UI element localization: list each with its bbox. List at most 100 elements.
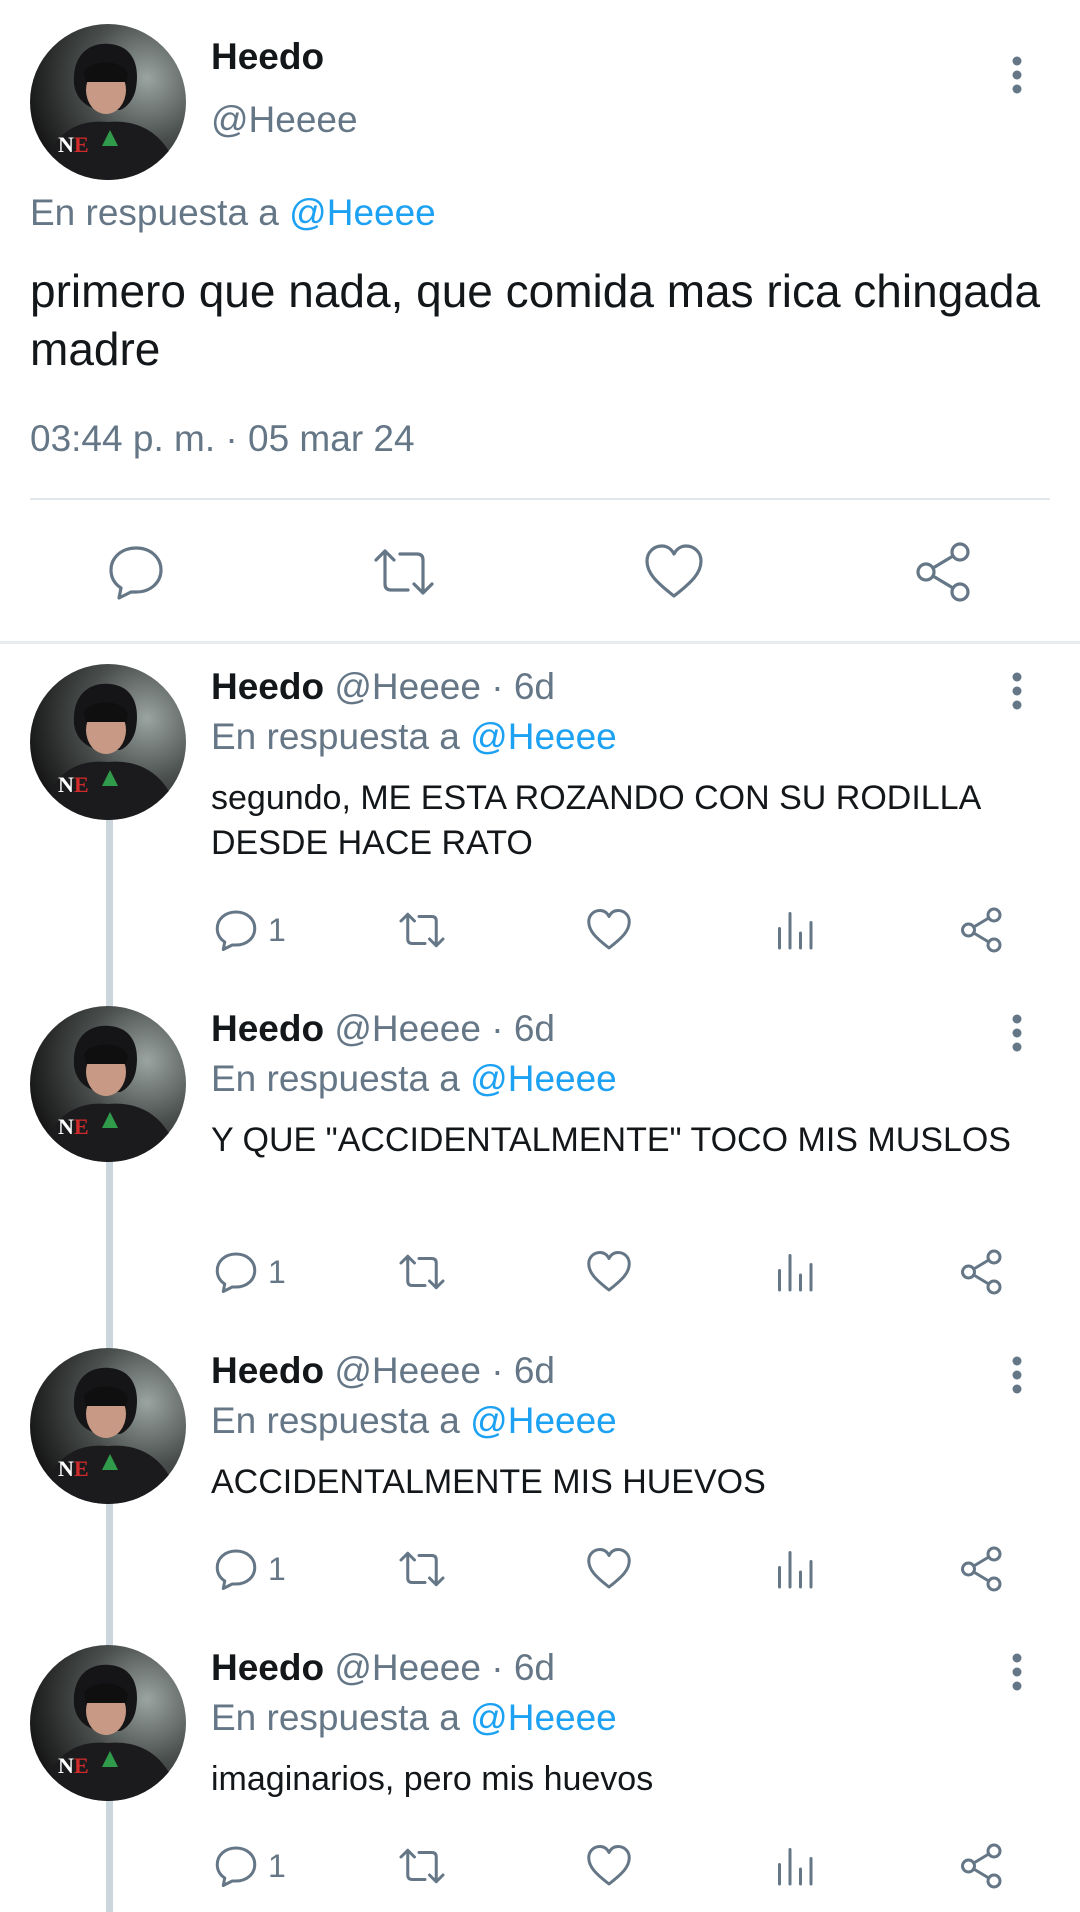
action-bar: 1 [0, 1838, 1080, 1894]
author-name[interactable]: Heedo [211, 36, 324, 78]
handle-time: @Heeee · 6d [334, 1350, 555, 1391]
analytics-button[interactable] [772, 1541, 820, 1597]
tweet-text: primero que nada, que comida mas rica ch… [30, 265, 1041, 375]
reply-to-link[interactable]: @Heeee [470, 1400, 617, 1441]
tweet-text: segundo, ME ESTA ROZANDO CON SU RODILLA … [211, 779, 980, 862]
reply-context: En respuesta a @Heeee [30, 192, 436, 234]
reply-header: Heedo @Heeee · 6d [211, 666, 555, 708]
retweet-icon [399, 1551, 445, 1587]
share-button[interactable] [958, 1244, 1006, 1300]
more-options-icon[interactable] [1000, 55, 1034, 95]
reply-to-link[interactable]: @Heeee [470, 1697, 617, 1738]
like-button[interactable] [642, 540, 706, 604]
retweet-icon [399, 1848, 445, 1884]
reply-button[interactable]: 1 [212, 1541, 286, 1597]
author-handle[interactable]: @Heeee [211, 99, 358, 141]
share-icon [961, 1249, 1002, 1295]
more-options-icon[interactable] [1000, 1355, 1034, 1395]
action-bar: 1 [0, 1244, 1080, 1300]
analytics-icon [778, 1848, 813, 1886]
reply-icon [215, 1549, 257, 1590]
action-bar: 1 [0, 902, 1080, 958]
reply-button[interactable]: 1 [212, 902, 286, 958]
avatar[interactable] [30, 1006, 186, 1162]
share-button[interactable] [958, 902, 1006, 958]
retweet-button[interactable] [398, 1838, 446, 1894]
reply-header: Heedo @Heeee · 6d [211, 1008, 555, 1050]
reply-count: 1 [268, 911, 286, 948]
heart-icon [587, 1251, 631, 1292]
avatar[interactable] [30, 1348, 186, 1504]
more-options-icon[interactable] [1000, 1652, 1034, 1692]
reply-prefix: En respuesta a [211, 716, 460, 757]
like-button[interactable] [585, 1541, 633, 1597]
reply-to-link[interactable]: @Heeee [470, 716, 617, 757]
author-name[interactable]: Heedo [211, 666, 324, 707]
analytics-icon [778, 1551, 813, 1589]
retweet-icon [399, 1254, 445, 1290]
action-bar: 1 [0, 1541, 1080, 1597]
reply-to-link[interactable]: @Heeee [289, 192, 436, 233]
reply-context: En respuesta a @Heeee [211, 1400, 617, 1442]
heart-icon [645, 544, 703, 598]
reply-icon [215, 910, 257, 951]
reply-context: En respuesta a @Heeee [211, 716, 617, 758]
retweet-button[interactable] [398, 902, 446, 958]
handle-time: @Heeee · 6d [334, 666, 555, 707]
share-button[interactable] [958, 1838, 1006, 1894]
retweet-button[interactable] [372, 540, 436, 604]
reply-prefix: En respuesta a [211, 1058, 460, 1099]
reply-context: En respuesta a @Heeee [211, 1697, 617, 1739]
reply-icon [109, 546, 163, 600]
avatar[interactable] [30, 24, 186, 180]
reply-to-link[interactable]: @Heeee [470, 1058, 617, 1099]
reply-button[interactable] [104, 540, 168, 604]
retweet-icon [399, 912, 445, 948]
tweet-text: ACCIDENTALMENTE MIS HUEVOS [211, 1463, 766, 1501]
reply-button[interactable]: 1 [212, 1244, 286, 1300]
author-name[interactable]: Heedo [211, 1350, 324, 1391]
reply-prefix: En respuesta a [211, 1697, 460, 1738]
reply-count: 1 [268, 1550, 286, 1587]
heart-icon [587, 909, 631, 950]
handle-time: @Heeee · 6d [334, 1647, 555, 1688]
avatar[interactable] [30, 664, 186, 820]
retweet-button[interactable] [398, 1541, 446, 1597]
share-button[interactable] [912, 540, 976, 604]
more-options-icon[interactable] [1000, 1013, 1034, 1053]
analytics-icon [778, 912, 813, 950]
tweet-text: imaginarios, pero mis huevos [211, 1760, 654, 1798]
handle-time: @Heeee · 6d [334, 1008, 555, 1049]
tweet-text: Y QUE "ACCIDENTALMENTE" TOCO MIS MUSLOS [211, 1121, 1011, 1159]
share-button[interactable] [958, 1541, 1006, 1597]
reply-context: En respuesta a @Heeee [211, 1058, 617, 1100]
reply-icon [215, 1252, 257, 1293]
like-button[interactable] [585, 902, 633, 958]
author-name[interactable]: Heedo [211, 1647, 324, 1688]
like-button[interactable] [585, 1838, 633, 1894]
retweet-icon [374, 549, 434, 595]
share-icon [961, 1843, 1002, 1889]
analytics-button[interactable] [772, 1244, 820, 1300]
section-separator [0, 641, 1080, 644]
heart-icon [587, 1548, 631, 1589]
reply-prefix: En respuesta a [211, 1400, 460, 1441]
more-options-icon[interactable] [1000, 671, 1034, 711]
reply-icon [215, 1846, 257, 1887]
share-icon [961, 907, 1002, 953]
analytics-icon [778, 1254, 813, 1292]
avatar[interactable] [30, 1645, 186, 1801]
like-button[interactable] [585, 1244, 633, 1300]
reply-prefix: En respuesta a [30, 192, 279, 233]
analytics-button[interactable] [772, 1838, 820, 1894]
heart-icon [587, 1845, 631, 1886]
reply-button[interactable]: 1 [212, 1838, 286, 1894]
reply-header: Heedo @Heeee · 6d [211, 1350, 555, 1392]
analytics-button[interactable] [772, 902, 820, 958]
reply-header: Heedo @Heeee · 6d [211, 1647, 555, 1689]
tweet-timestamp[interactable]: 03:44 p. m. · 05 mar 24 [30, 418, 415, 460]
share-icon [961, 1546, 1002, 1592]
retweet-button[interactable] [398, 1244, 446, 1300]
author-name[interactable]: Heedo [211, 1008, 324, 1049]
reply-count: 1 [268, 1847, 286, 1884]
